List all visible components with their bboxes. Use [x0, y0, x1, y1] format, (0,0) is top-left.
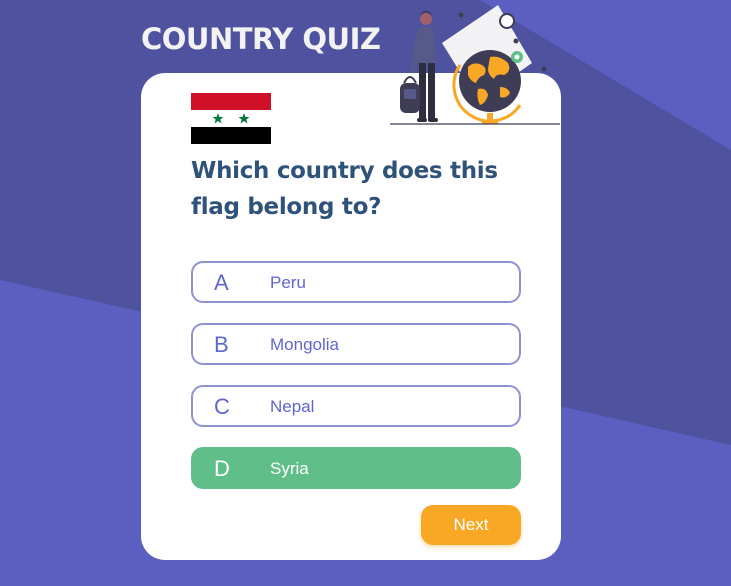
next-button[interactable]: Next: [421, 505, 521, 545]
question-text: Which country does this flag belong to?: [191, 158, 498, 220]
traveler-globe-illustration: [390, 5, 560, 125]
option-label: Nepal: [270, 397, 315, 416]
option-label: Syria: [270, 459, 309, 478]
option-label: Mongolia: [270, 335, 339, 354]
app-title: COUNTRY QUIZ: [141, 22, 381, 56]
option-letter: B: [214, 332, 229, 357]
option-letter: C: [214, 394, 230, 419]
quiz-card: Which country does this flag belong to? …: [141, 73, 561, 560]
syria-flag-icon: [191, 93, 271, 144]
option-letter: A: [214, 270, 229, 295]
option-label: Peru: [270, 273, 306, 292]
answer-option-c[interactable]: C Nepal: [191, 385, 521, 427]
answer-option-d[interactable]: D Syria: [191, 447, 521, 489]
option-letter: D: [214, 456, 230, 481]
answer-option-b[interactable]: B Mongolia: [191, 323, 521, 365]
answer-option-a[interactable]: A Peru: [191, 261, 521, 303]
